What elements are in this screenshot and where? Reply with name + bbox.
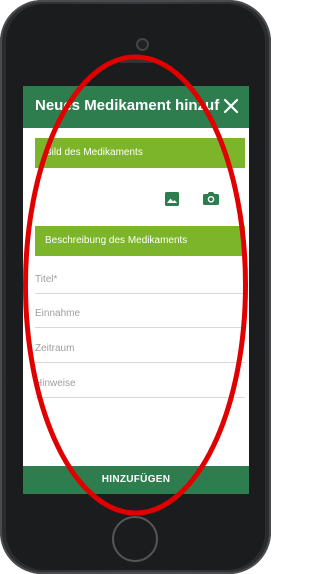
period-input[interactable] bbox=[35, 343, 245, 354]
app-screen: Neues Medikament hinzuf... Bild des Medi… bbox=[23, 86, 249, 494]
page-title: Neues Medikament hinzuf... bbox=[35, 97, 220, 114]
phone-frame: Neues Medikament hinzuf... Bild des Medi… bbox=[0, 0, 271, 574]
description-section-header: Beschreibung des Medikaments bbox=[35, 226, 245, 256]
intake-field bbox=[35, 298, 245, 328]
image-icon[interactable] bbox=[165, 192, 179, 206]
camera-icon[interactable] bbox=[203, 191, 219, 205]
close-icon[interactable] bbox=[219, 94, 243, 118]
notes-field bbox=[35, 368, 245, 398]
title-input[interactable] bbox=[35, 274, 245, 285]
title-field bbox=[35, 264, 245, 294]
earpiece-speaker bbox=[118, 58, 154, 63]
notes-input[interactable] bbox=[35, 378, 245, 389]
image-section-header: Bild des Medikaments bbox=[35, 138, 245, 168]
intake-input[interactable] bbox=[35, 308, 245, 319]
app-bar: Neues Medikament hinzuf... bbox=[23, 86, 249, 128]
add-button[interactable]: HINZUFÜGEN bbox=[23, 466, 249, 494]
period-field bbox=[35, 333, 245, 363]
home-button[interactable] bbox=[112, 516, 158, 562]
front-camera bbox=[136, 38, 149, 51]
